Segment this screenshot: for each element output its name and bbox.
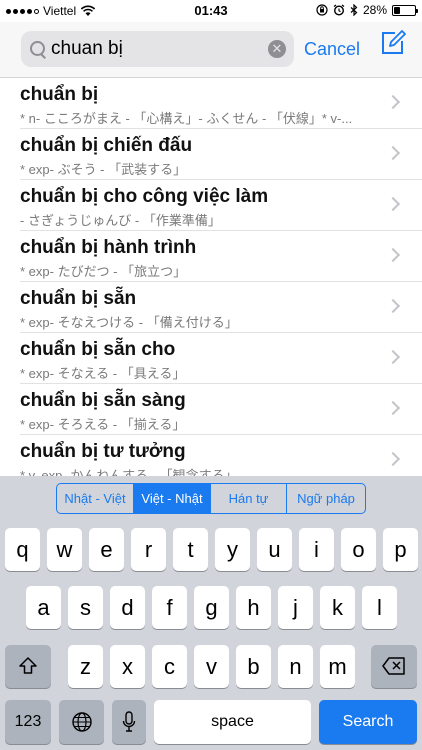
battery-percent: 28% (362, 3, 387, 17)
result-row[interactable]: chuẩn bị hành trình * exp- たびだつ - 「旅立つ」 (20, 231, 422, 282)
key-f[interactable]: f (152, 586, 187, 629)
space-key[interactable]: space (154, 700, 311, 744)
result-definition: * exp- そなえる - 「具える」 (20, 366, 186, 381)
microphone-icon (122, 711, 136, 732)
key-g[interactable]: g (194, 586, 229, 629)
compose-icon[interactable] (380, 30, 406, 56)
numbers-key[interactable]: 123 (5, 700, 51, 744)
backspace-icon (382, 657, 405, 675)
result-definition: * exp- そろえる - 「揃える」 (20, 417, 186, 432)
result-word: chuẩn bị sẵn (20, 288, 137, 309)
key-q[interactable]: q (5, 528, 40, 571)
key-u[interactable]: u (257, 528, 292, 571)
bluetooth-icon (350, 4, 358, 16)
cancel-button[interactable]: Cancel (304, 39, 360, 60)
key-a[interactable]: a (26, 586, 61, 629)
result-row[interactable]: chuẩn bị * n- こころがまえ - 「心構え」- ふくせん - 「伏線」… (20, 78, 422, 129)
search-icon (21, 31, 51, 67)
search-header: ✕ Cancel (0, 22, 422, 78)
shift-icon (19, 657, 37, 674)
battery-icon (392, 4, 418, 16)
key-s[interactable]: s (68, 586, 103, 629)
dictionary-mode-tab[interactable]: Việt - Nhật (134, 484, 211, 513)
results-list: chuẩn bị * n- こころがまえ - 「心構え」- ふくせん - 「伏線」… (0, 78, 422, 476)
key-z[interactable]: z (68, 645, 103, 688)
dictionary-mode-selector: Nhật - Việt Việt - Nhật Hán tự Ngữ pháp (56, 483, 366, 514)
result-row[interactable]: chuẩn bị cho công việc làm - さぎょうじゅんび - 「… (20, 180, 422, 231)
key-k[interactable]: k (320, 586, 355, 629)
key-m[interactable]: m (320, 645, 355, 688)
key-d[interactable]: d (110, 586, 145, 629)
result-word: chuẩn bị (20, 84, 99, 105)
dictionary-mode-tab[interactable]: Ngữ pháp (287, 484, 365, 513)
delete-key[interactable] (371, 645, 417, 688)
search-key[interactable]: Search (319, 700, 417, 744)
key-o[interactable]: o (341, 528, 376, 571)
key-b[interactable]: b (236, 645, 271, 688)
dictionary-mode-tab[interactable]: Nhật - Việt (57, 484, 134, 513)
result-word: chuẩn bị tư tưởng (20, 441, 186, 462)
dictionary-mode-tab[interactable]: Hán tự (211, 484, 287, 513)
result-word: chuẩn bị hành trình (20, 237, 197, 258)
key-v[interactable]: v (194, 645, 229, 688)
globe-key[interactable] (59, 700, 104, 744)
result-definition: * n- こころがまえ - 「心構え」- ふくせん - 「伏線」* v-... (20, 111, 353, 126)
key-t[interactable]: t (173, 528, 208, 571)
key-w[interactable]: w (47, 528, 82, 571)
key-x[interactable]: x (110, 645, 145, 688)
search-box[interactable]: ✕ (21, 31, 294, 67)
globe-icon (71, 712, 92, 732)
orientation-lock-icon (316, 4, 328, 16)
clear-search-icon[interactable]: ✕ (268, 40, 286, 58)
result-row[interactable]: chuẩn bị sẵn sàng * exp- そろえる - 「揃える」 (20, 384, 422, 435)
key-n[interactable]: n (278, 645, 313, 688)
shift-key[interactable] (5, 645, 51, 688)
alarm-icon (333, 4, 345, 16)
key-i[interactable]: i (299, 528, 334, 571)
status-bar: Viettel 01:43 28% (0, 0, 422, 22)
result-row[interactable]: chuẩn bị sẵn cho * exp- そなえる - 「具える」 (20, 333, 422, 384)
key-c[interactable]: c (152, 645, 187, 688)
key-r[interactable]: r (131, 528, 166, 571)
result-definition: * exp- そなえつける - 「備え付ける」 (20, 315, 238, 330)
key-l[interactable]: l (362, 586, 397, 629)
result-word: chuẩn bị sẵn sàng (20, 390, 186, 411)
result-word: chuẩn bị chiến đấu (20, 135, 193, 156)
result-word: chuẩn bị cho công việc làm (20, 186, 269, 207)
dictation-key[interactable] (112, 700, 146, 744)
key-p[interactable]: p (383, 528, 418, 571)
result-word: chuẩn bị sẵn cho (20, 339, 176, 360)
result-definition: * exp- たびだつ - 「旅立つ」 (20, 264, 187, 279)
result-row[interactable]: chuẩn bị sẵn * exp- そなえつける - 「備え付ける」 (20, 282, 422, 333)
result-definition: * v, exp- かんねんする - 「観念する」 (20, 468, 238, 476)
result-definition: - さぎょうじゅんび - 「作業準備」 (20, 213, 221, 228)
result-row[interactable]: chuẩn bị chiến đấu * exp- ぶそう - 「武装する」 (20, 129, 422, 180)
key-y[interactable]: y (215, 528, 250, 571)
key-e[interactable]: e (89, 528, 124, 571)
result-definition: * exp- ぶそう - 「武装する」 (20, 162, 187, 177)
key-j[interactable]: j (278, 586, 313, 629)
search-input[interactable] (51, 33, 261, 65)
keyboard: Nhật - Việt Việt - Nhật Hán tự Ngữ pháp qwe… (0, 476, 422, 750)
battery-level (394, 6, 400, 14)
result-row[interactable]: chuẩn bị tư tưởng * v, exp- かんねんする - 「観念す… (20, 435, 422, 476)
key-h[interactable]: h (236, 586, 271, 629)
